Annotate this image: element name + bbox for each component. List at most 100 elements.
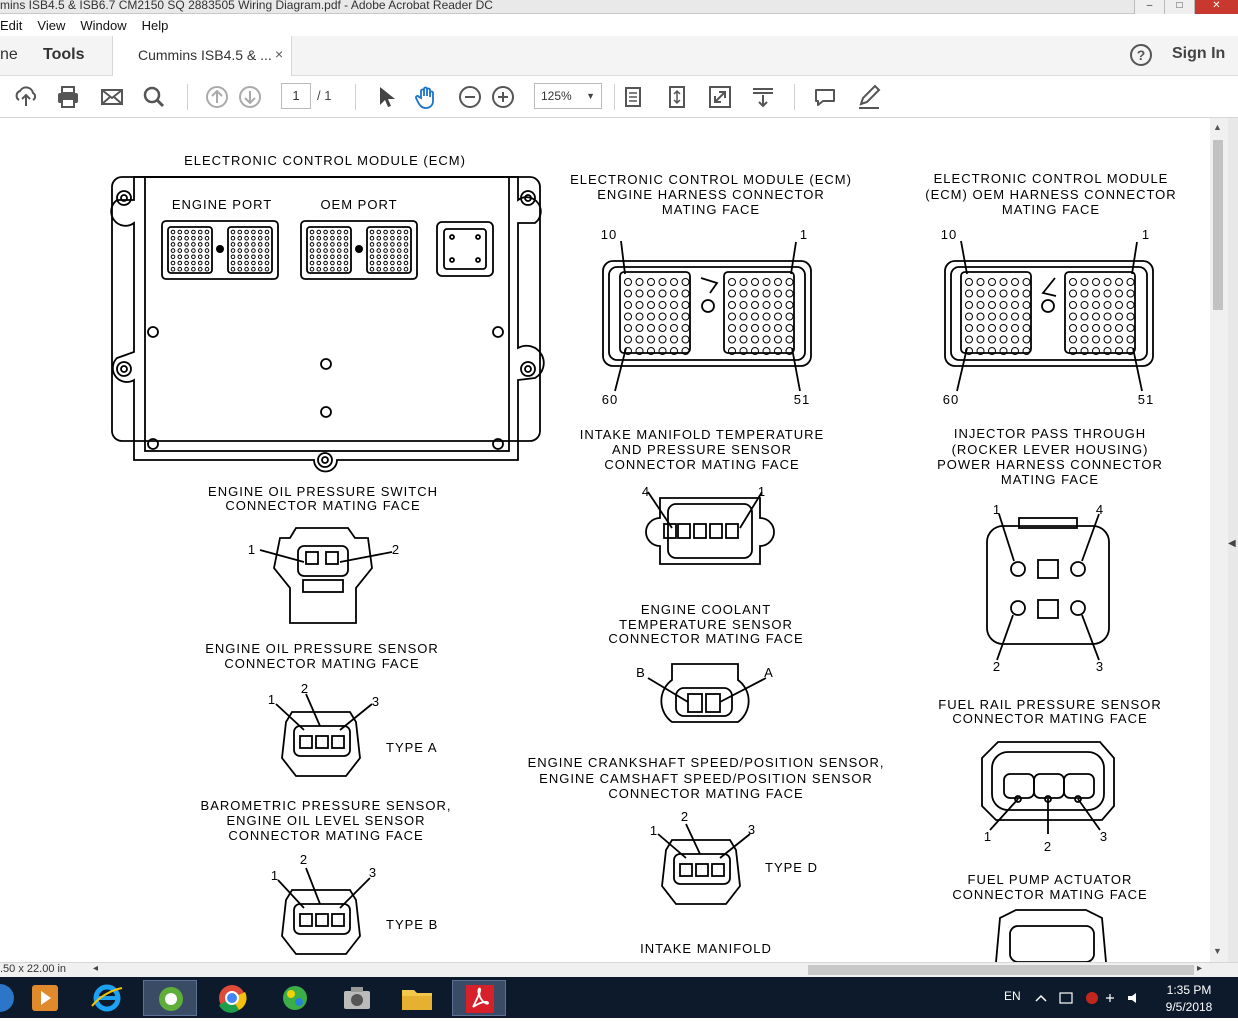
connector-pin: [988, 335, 996, 344]
intake-title-3: CONNECTOR MATING FACE: [604, 457, 799, 472]
media-player-icon[interactable]: [18, 980, 72, 1016]
search-icon[interactable]: [141, 84, 167, 110]
windows-start-icon[interactable]: [0, 980, 18, 1016]
internet-explorer-icon[interactable]: [80, 980, 134, 1016]
parrot-app-icon[interactable]: [268, 980, 322, 1016]
connector-pin: [1080, 324, 1089, 332]
connector-pin: [1080, 312, 1089, 321]
connector-pin: [170, 235, 176, 241]
right-pane-toggle[interactable]: ◀: [1228, 118, 1238, 962]
select-cursor-icon[interactable]: [372, 84, 398, 110]
horizontal-scroll-thumb[interactable]: [808, 965, 1194, 975]
connector-pin: [739, 278, 748, 286]
connector-pin: [230, 266, 236, 272]
tab-home[interactable]: ne: [0, 46, 18, 64]
page-number-input[interactable]: 1: [281, 83, 311, 109]
zoom-out-icon[interactable]: [457, 84, 483, 110]
pin-label-1: 1: [268, 692, 276, 707]
page-up-icon[interactable]: [204, 84, 230, 110]
print-icon[interactable]: [55, 84, 81, 110]
acrobat-app[interactable]: [452, 980, 506, 1016]
oil-switch-title-2: CONNECTOR MATING FACE: [225, 498, 420, 513]
connector-pin: [330, 229, 335, 235]
connector-pin: [728, 301, 736, 309]
connector-pin: [739, 289, 748, 298]
connector-pin: [681, 289, 690, 298]
camera-app-icon[interactable]: [330, 980, 384, 1016]
connector-pin: [390, 248, 395, 253]
connector-pin: [1011, 324, 1019, 332]
help-icon[interactable]: ?: [1130, 44, 1152, 66]
connector-pin: [762, 324, 771, 332]
tab-document[interactable]: Cummins ISB4.5 & ... ×: [112, 36, 292, 76]
connector-pin: [1092, 335, 1100, 344]
close-tab-icon[interactable]: ×: [275, 46, 283, 62]
connector-pin: [343, 235, 349, 241]
language-indicator[interactable]: EN: [1004, 989, 1021, 1003]
connector-pin: [309, 242, 315, 247]
pen-icon[interactable]: [856, 84, 882, 110]
file-explorer-icon[interactable]: [390, 980, 444, 1016]
oil-sensor-title-1: ENGINE OIL PRESSURE SENSOR: [205, 641, 439, 656]
connector-pin: [624, 301, 632, 309]
connector-pin: [264, 242, 270, 247]
connector-pin: [170, 242, 176, 247]
tab-tools[interactable]: Tools: [43, 46, 84, 64]
connector-pin: [251, 266, 256, 272]
minimize-button[interactable]: –: [1134, 0, 1164, 14]
connector-pin: [1103, 335, 1112, 344]
connector-pin: [336, 254, 342, 260]
read-mode-icon[interactable]: [750, 84, 776, 110]
clock-date[interactable]: 9/5/2018: [1162, 1000, 1216, 1014]
scroll-thumb[interactable]: [1213, 140, 1223, 310]
menu-view[interactable]: View: [37, 18, 65, 33]
system-tray-icons[interactable]: [1034, 990, 1154, 1006]
email-icon[interactable]: [99, 84, 125, 110]
menu-help[interactable]: Help: [142, 18, 169, 33]
clock-time[interactable]: 1:35 PM: [1164, 983, 1214, 997]
connector-pin: [204, 248, 210, 253]
fuel-rail-title-2: CONNECTOR MATING FACE: [952, 711, 1147, 726]
full-screen-icon[interactable]: [707, 84, 733, 110]
connector-pin: [1011, 301, 1019, 309]
connector-pin: [1022, 312, 1031, 321]
connector-pin: [1092, 324, 1100, 332]
pin-label-1: 1: [248, 542, 256, 557]
connector-pin: [728, 278, 736, 286]
connector-pin: [624, 278, 632, 286]
vertical-scrollbar[interactable]: ▲ ▼: [1210, 118, 1228, 962]
comment-icon[interactable]: [812, 84, 838, 110]
connector-pin: [323, 260, 328, 266]
pin-label-4: 4: [1096, 502, 1104, 517]
connector-pin: [369, 248, 375, 253]
document-view[interactable]: ELECTRONIC CONTROL MODULE (ECM) ENGINE P…: [0, 118, 1210, 962]
scroll-right-icon[interactable]: ▸: [1197, 963, 1202, 974]
maximize-button[interactable]: □: [1164, 0, 1194, 14]
connector-pin: [369, 242, 375, 247]
hand-tool-icon[interactable]: [414, 84, 440, 110]
upload-icon[interactable]: [13, 84, 39, 110]
crank-title-1: ENGINE CRANKSHAFT SPEED/POSITION SENSOR,: [528, 755, 885, 770]
connector-pin: [751, 312, 759, 321]
chrome-icon[interactable]: [205, 980, 259, 1016]
pin-label-60: 60: [602, 392, 618, 407]
greenshot-app[interactable]: [143, 980, 197, 1016]
menu-window[interactable]: Window: [80, 18, 126, 33]
scroll-up-icon[interactable]: ▲: [1213, 122, 1222, 132]
connector-pin: [244, 229, 249, 235]
scroll-mode-icon[interactable]: [664, 84, 690, 110]
fit-page-icon[interactable]: [620, 84, 646, 110]
scroll-left-icon[interactable]: ◂: [93, 963, 98, 974]
connector-pin: [658, 289, 667, 298]
connector-pin: [988, 278, 996, 286]
menu-edit[interactable]: Edit: [0, 18, 22, 33]
sign-in-link[interactable]: Sign In: [1172, 45, 1225, 63]
scroll-down-icon[interactable]: ▼: [1213, 946, 1222, 956]
engine-port-label: ENGINE PORT: [172, 197, 272, 212]
close-window-button[interactable]: ✕: [1194, 0, 1238, 14]
zoom-select[interactable]: 125% ▼: [534, 83, 602, 109]
connector-pin: [1022, 335, 1031, 344]
connector-pin: [237, 254, 243, 260]
page-down-icon[interactable]: [237, 84, 263, 110]
zoom-in-icon[interactable]: [490, 84, 516, 110]
